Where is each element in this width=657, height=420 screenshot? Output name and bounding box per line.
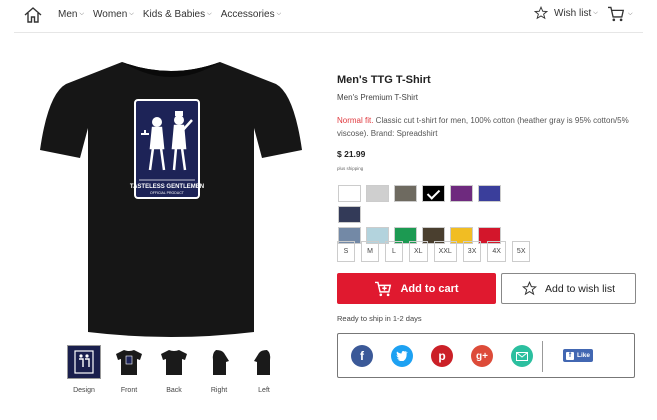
chevron-down-icon: ⌵ — [207, 11, 212, 17]
size-option[interactable]: 5X — [511, 241, 531, 262]
color-swatch[interactable] — [366, 185, 389, 202]
thumb-right[interactable]: Right — [197, 345, 241, 394]
color-swatches — [338, 185, 518, 248]
facebook-icon[interactable]: f — [351, 345, 373, 367]
cart-icon — [608, 6, 625, 22]
facebook-icon: f — [566, 351, 574, 360]
star-icon — [534, 6, 548, 20]
top-nav: Men ⌵ Women ⌵ Kids & Babies ⌵ Accessories ⌵ … — [0, 0, 657, 32]
shipping-note: plus shipping — [337, 166, 364, 171]
product-image[interactable]: TASTELESS GENTLEMEN OFFICIAL PRODUCT — [40, 40, 302, 340]
color-swatch[interactable] — [394, 185, 417, 202]
product-description: Normal fit. Classic cut t-shirt for men,… — [337, 116, 629, 138]
shipping-time: Ready to ship in 1-2 days — [337, 314, 422, 323]
google-plus-icon[interactable]: g+ — [471, 345, 493, 367]
logo-text: TASTELESS GENTLEMEN — [130, 184, 204, 190]
thumb-left[interactable]: Left — [242, 345, 286, 394]
chevron-down-icon: ⌵ — [276, 11, 282, 17]
pinterest-icon[interactable]: p — [431, 345, 453, 367]
size-option[interactable]: 4X — [487, 241, 506, 262]
email-icon[interactable] — [511, 345, 533, 367]
menu-kids-babies[interactable]: Kids & Babies ⌵ — [143, 9, 212, 20]
product-subtitle: Men's Premium T-Shirt — [337, 93, 418, 102]
add-to-wishlist-button[interactable]: Add to wish list — [501, 273, 636, 304]
wishlist-link[interactable]: Wish list ⌵ — [534, 6, 598, 20]
chevron-down-icon: ⌵ — [129, 11, 134, 17]
main-menu: Men ⌵ Women ⌵ Kids & Babies ⌵ Accessories ⌵ — [58, 9, 290, 20]
menu-accessories[interactable]: Accessories ⌵ — [221, 9, 281, 20]
thumbnail-strip: Design Front Back Right Left — [62, 345, 287, 394]
size-option[interactable]: M — [361, 241, 379, 262]
size-selector: S M L XL XXL 3X 4X 5X — [337, 241, 536, 262]
size-option[interactable]: XXL — [433, 241, 457, 262]
cart-link[interactable]: ⌵ — [607, 6, 633, 22]
color-swatch[interactable] — [422, 185, 445, 202]
thumb-front[interactable]: Front — [107, 345, 151, 394]
chevron-down-icon: ⌵ — [79, 11, 85, 17]
chevron-down-icon: ⌵ — [593, 9, 598, 16]
logo-subtext: OFFICIAL PRODUCT — [150, 191, 185, 195]
color-swatch[interactable] — [478, 185, 501, 202]
thumb-design[interactable]: Design — [62, 345, 106, 394]
size-option[interactable]: S — [337, 241, 355, 262]
size-option[interactable]: L — [385, 241, 403, 262]
facebook-like-button[interactable]: f Like — [563, 349, 594, 362]
fit-label: Normal fit. — [337, 116, 374, 125]
add-to-cart-button[interactable]: Add to cart — [337, 273, 496, 304]
product-price: $ 21.99 — [337, 149, 366, 159]
menu-women[interactable]: Women ⌵ — [93, 9, 134, 20]
twitter-icon[interactable] — [391, 345, 413, 367]
size-option[interactable]: 3X — [462, 241, 482, 262]
color-swatch[interactable] — [338, 206, 361, 223]
share-divider — [542, 341, 543, 372]
product-title: Men's TTG T-Shirt — [337, 74, 431, 86]
chevron-down-icon: ⌵ — [628, 10, 633, 17]
star-icon — [521, 281, 537, 296]
share-bar: f p g+ f Like — [337, 333, 635, 378]
color-swatch[interactable] — [338, 185, 361, 202]
nav-divider — [14, 32, 643, 33]
menu-men[interactable]: Men ⌵ — [58, 9, 84, 20]
thumb-back[interactable]: Back — [152, 345, 196, 394]
cart-icon — [375, 281, 392, 296]
size-option[interactable]: XL — [409, 241, 428, 262]
home-icon[interactable] — [23, 5, 43, 25]
color-swatch[interactable] — [450, 185, 473, 202]
